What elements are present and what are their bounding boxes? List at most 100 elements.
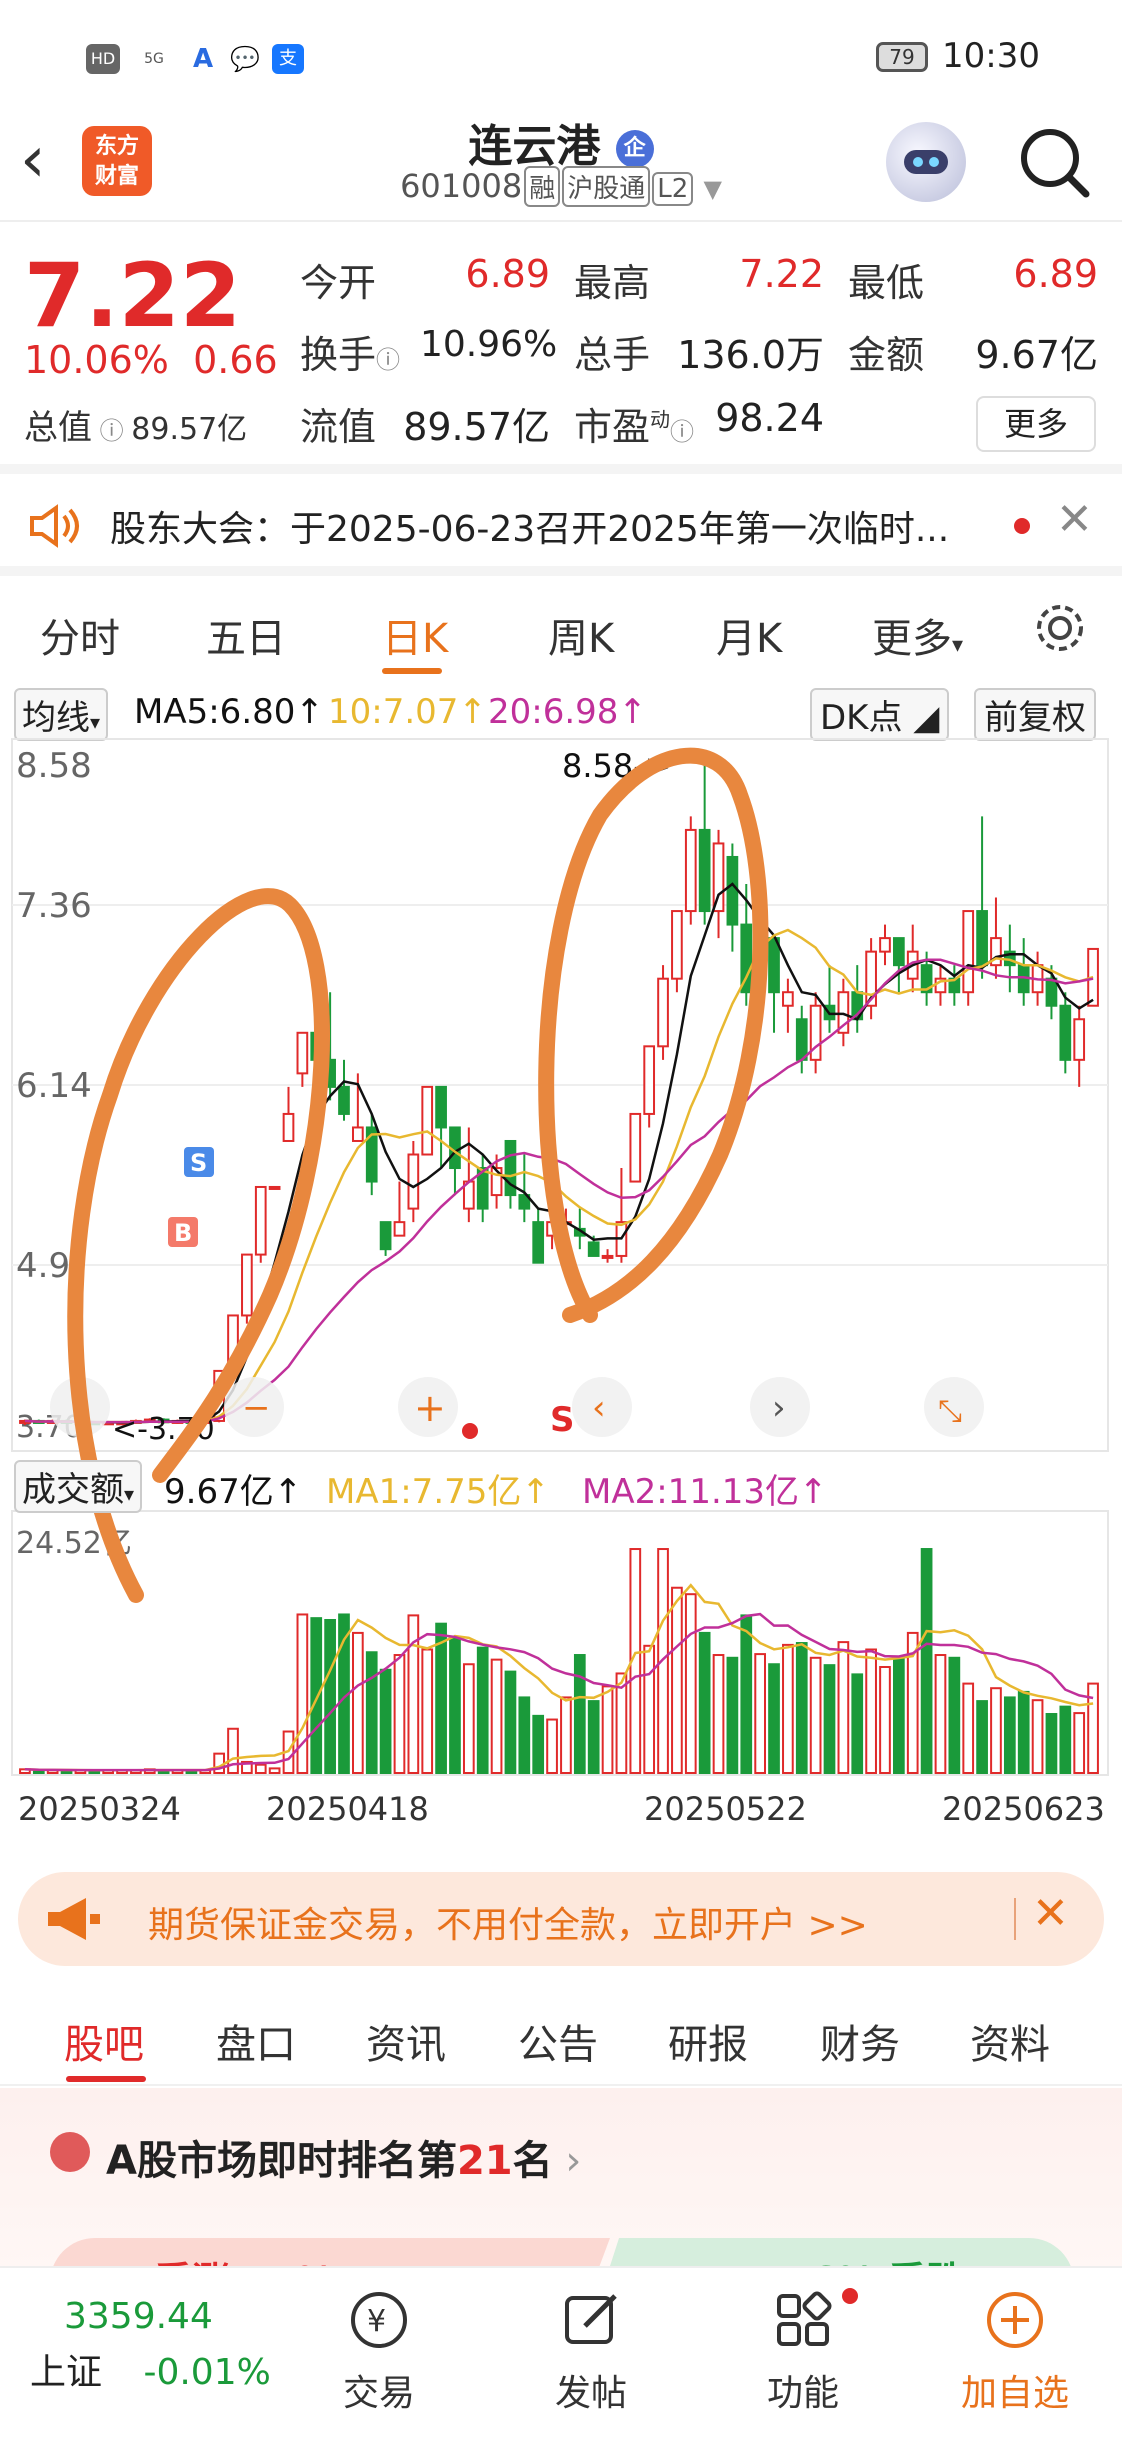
rank-card[interactable]: A股市场即时排名第21名 › 看涨 54% 46% 看跌	[0, 2088, 1122, 2328]
amount-value: 9.67亿	[975, 333, 1098, 377]
date-axis: 20250324 20250418 20250522 20250623	[0, 1786, 1122, 1834]
nav-add-watchlist-label: 加自选	[960, 2373, 1069, 2414]
volume-ma1: MA1:7.75亿↑	[326, 1472, 550, 1512]
candlestick-series	[19, 765, 1099, 1426]
volume-bar	[1073, 1712, 1086, 1774]
tab-weekly-k[interactable]: 周K	[548, 606, 614, 664]
candle-body	[338, 1085, 350, 1115]
minus-icon: −	[242, 1388, 271, 1428]
candle-body	[1073, 1018, 1086, 1061]
signal-icon: 5G	[144, 51, 164, 67]
candle-body	[296, 1031, 309, 1075]
kline-chart[interactable]: 8.58 7.36 6.14 4.9 3.70 8.58-> <-3.70 B …	[0, 735, 1122, 1787]
ma5-value: MA5:6.80↑	[134, 692, 324, 732]
tab-more-label: 更多	[872, 616, 952, 662]
volume-bar	[768, 1663, 780, 1774]
search-icon[interactable]	[1016, 124, 1092, 200]
volume-bar	[1031, 1699, 1044, 1774]
sell-badge-label: S	[190, 1149, 207, 1177]
high-label: 最高	[574, 261, 651, 305]
tag-margin: 融	[524, 166, 561, 207]
ranking-chart-icon	[50, 2132, 90, 2172]
tab-news[interactable]: 资讯	[366, 2012, 446, 2070]
change-row: 10.06% 0.66	[24, 338, 278, 382]
pe-label: 市盈动ⓘ	[574, 396, 694, 451]
volume-selector[interactable]: 成交额▾	[14, 1460, 143, 1513]
notice-bar[interactable]: 股东大会：于2025-06-23召开2025年第一次临时... ✕	[0, 474, 1122, 576]
candle-body	[1045, 977, 1058, 1007]
tab-research[interactable]: 研报	[668, 2012, 748, 2070]
close-icon[interactable]: ✕	[1056, 494, 1093, 545]
nav-functions-label: 功能	[766, 2373, 839, 2414]
more-button[interactable]: 更多	[976, 396, 1096, 452]
volume-bar	[1059, 1705, 1072, 1774]
period-tabs: 分时 五日 日K 周K 月K 更多▾	[0, 576, 1122, 686]
tab-announcements[interactable]: 公告	[518, 2012, 598, 2070]
volume-bar	[684, 1593, 697, 1774]
low-label: 最低	[848, 261, 925, 305]
plus-icon: +	[414, 1386, 446, 1430]
candle-body	[698, 828, 711, 913]
dk-point-button[interactable]: DK点 ◢	[810, 688, 950, 741]
candle-body	[684, 828, 697, 913]
settings-gear-icon[interactable]	[1032, 600, 1088, 660]
nav-trade[interactable]: ¥ 交易	[314, 2288, 444, 2416]
candle-body	[726, 855, 739, 926]
tab-daily-k[interactable]: 日K	[382, 606, 448, 664]
nav-add-watchlist[interactable]: 加自选	[950, 2288, 1080, 2416]
close-icon[interactable]: ✕	[1032, 1888, 1069, 1939]
float-value: 89.57亿	[403, 405, 550, 449]
candle-body	[795, 1018, 808, 1061]
open-value: 6.89	[465, 252, 550, 296]
section-tabs: 股吧 盘口 资讯 公告 研报 财务 资料	[0, 1986, 1122, 2086]
alipay-icon: 支	[272, 44, 304, 74]
chevron-right-icon: ›	[772, 1388, 786, 1428]
candle-body	[629, 1112, 642, 1183]
tab-order-book[interactable]: 盘口	[216, 2012, 296, 2070]
nav-functions[interactable]: 功能	[738, 2288, 868, 2416]
index-widget[interactable]: 3359.44 上证 -0.01%	[30, 2296, 290, 2395]
adjust-button[interactable]: 前复权	[974, 688, 1096, 741]
tab-profile[interactable]: 资料	[970, 2012, 1050, 2070]
volume-bar	[698, 1631, 711, 1774]
candle-body	[407, 1153, 420, 1210]
volume-series	[19, 1548, 1099, 1775]
tab-forum[interactable]: 股吧	[64, 2012, 144, 2070]
candle-body	[421, 1085, 434, 1156]
tab-intraday[interactable]: 分时	[40, 606, 120, 664]
price-tick: 7.36	[16, 886, 92, 926]
tab-more[interactable]: 更多▾	[872, 606, 963, 664]
ma-selector[interactable]: 均线▾	[14, 688, 109, 741]
chevron-left-icon: ‹	[592, 1388, 606, 1428]
candle-body	[671, 910, 683, 980]
svg-text:¥: ¥	[367, 2304, 386, 2339]
volume-bar	[421, 1648, 434, 1775]
nav-post[interactable]: 发帖	[526, 2288, 656, 2416]
battery-icon: 79	[876, 42, 928, 72]
tag-connect: 沪股通	[562, 166, 651, 207]
tab-financials[interactable]: 财务	[820, 2012, 900, 2070]
volume-bar	[532, 1714, 545, 1774]
volume-bar	[393, 1654, 406, 1774]
volume-bar	[712, 1654, 725, 1774]
rank-number: 21	[456, 2138, 513, 2184]
tab-five-day[interactable]: 五日	[206, 606, 286, 664]
index-value: 3359.44	[64, 2296, 213, 2337]
assistant-robot-icon[interactable]	[886, 122, 966, 202]
volume-bar	[837, 1641, 850, 1774]
amount-label: 金额	[848, 333, 925, 377]
ma-selector-label: 均线	[22, 698, 90, 738]
info-icon[interactable]: ⓘ	[92, 417, 131, 445]
trade-icon: ¥	[351, 2292, 407, 2348]
tab-active-indicator	[66, 2076, 146, 2082]
promo-banner[interactable]: 期货保证金交易，不用付全款，立即开户 >> ✕	[18, 1872, 1104, 1966]
tab-monthly-k[interactable]: 月K	[716, 606, 782, 664]
volume-bar	[893, 1655, 905, 1774]
volume-bar	[435, 1622, 447, 1775]
candle-body	[352, 1126, 364, 1142]
volume-bar	[490, 1658, 503, 1775]
volume-selector-label: 成交额	[22, 1470, 124, 1510]
caret-down-icon: ▾	[90, 710, 101, 734]
info-icon[interactable]: ⓘ	[376, 346, 400, 374]
chevron-right-icon: ›	[552, 2138, 582, 2184]
